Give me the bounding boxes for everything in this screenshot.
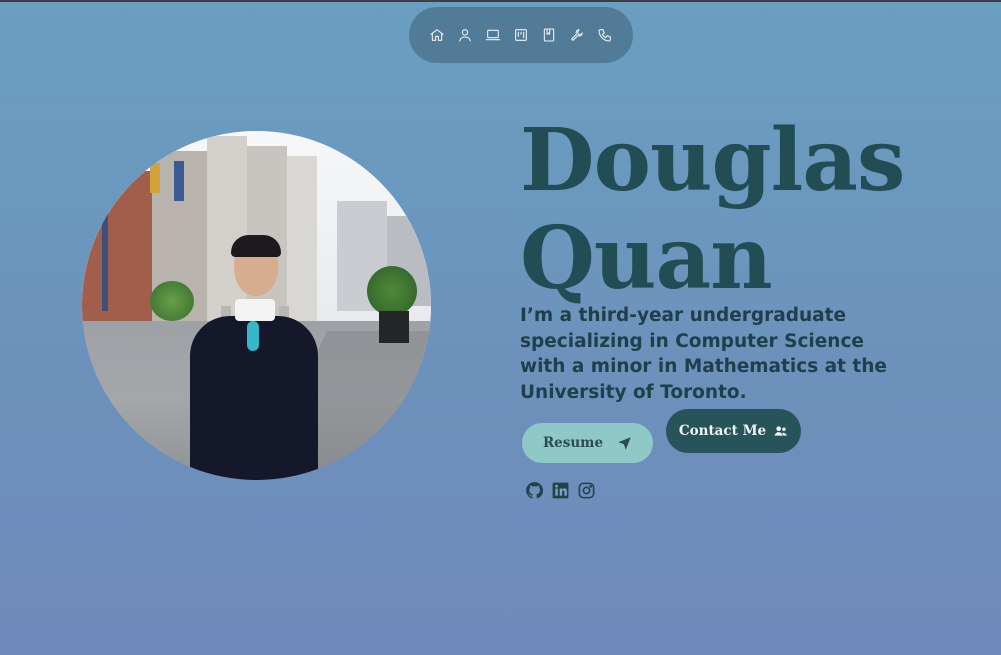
- nav-home[interactable]: [428, 26, 446, 44]
- instagram-icon: [578, 482, 595, 499]
- linkedin-link[interactable]: [551, 481, 570, 500]
- social-links: [525, 481, 596, 500]
- kanban-icon: [515, 29, 527, 41]
- nav-projects[interactable]: [484, 26, 502, 44]
- linkedin-icon: [552, 482, 569, 499]
- nav-education[interactable]: [540, 26, 558, 44]
- nav-experience[interactable]: [512, 26, 530, 44]
- send-icon: [618, 436, 631, 450]
- instagram-link[interactable]: [577, 481, 596, 500]
- resume-button[interactable]: Resume: [522, 423, 653, 463]
- hero-name: Douglas Quan: [520, 110, 905, 309]
- book-icon: [543, 28, 555, 42]
- top-nav-bar: [409, 7, 633, 63]
- resume-label: Resume: [542, 435, 604, 451]
- home-icon: [430, 29, 444, 41]
- people-icon: [774, 426, 787, 436]
- top-border: [0, 0, 1001, 2]
- contact-me-button[interactable]: Contact Me: [666, 409, 801, 453]
- laptop-icon: [485, 29, 501, 41]
- profile-photo: [82, 131, 431, 480]
- contact-label: Contact Me: [678, 423, 767, 439]
- github-link[interactable]: [525, 481, 544, 500]
- nav-skills[interactable]: [568, 26, 586, 44]
- wrench-icon: [571, 29, 583, 41]
- github-icon: [526, 482, 544, 499]
- name-line-2: Quan: [520, 208, 773, 309]
- hero-bio: I’m a third-year undergraduate specializ…: [520, 305, 887, 403]
- nav-contact[interactable]: [596, 26, 614, 44]
- phone-icon: [598, 29, 611, 42]
- user-icon: [459, 29, 471, 42]
- name-line-1: Douglas: [520, 110, 905, 211]
- nav-about[interactable]: [456, 26, 474, 44]
